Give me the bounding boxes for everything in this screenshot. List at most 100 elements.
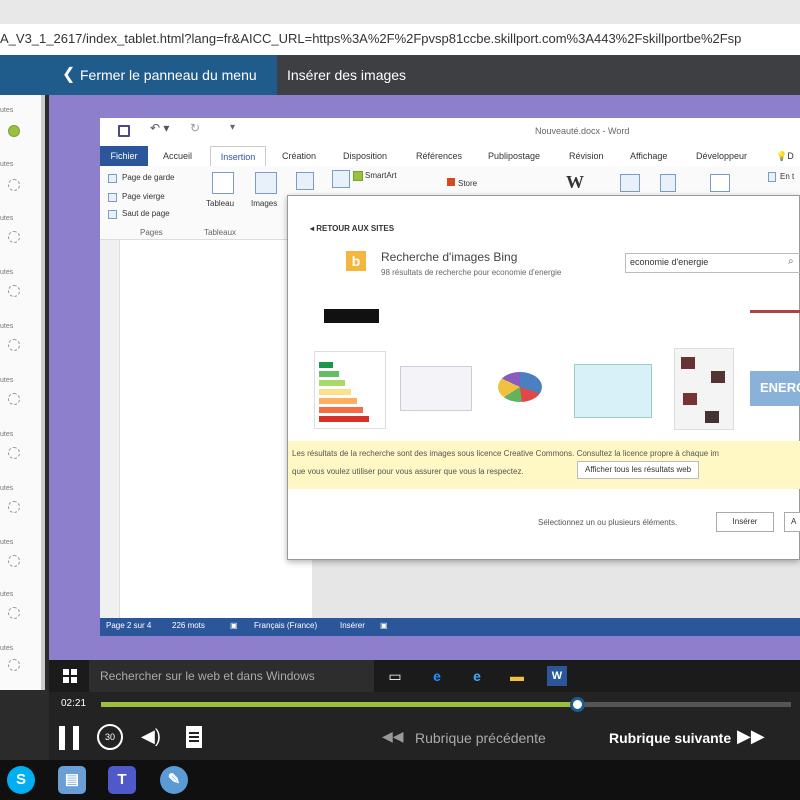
macro-icon[interactable]: ▣ xyxy=(380,621,388,630)
insert-mode[interactable]: Insérer xyxy=(340,621,365,630)
progress-fill xyxy=(101,702,578,707)
incomplete-status-icon xyxy=(8,607,20,619)
elapsed-time: 02:21 xyxy=(61,698,87,709)
tab-creation[interactable]: Création xyxy=(282,146,316,166)
store-icon xyxy=(447,178,455,186)
paint-icon[interactable]: ✎ xyxy=(160,766,188,794)
cancel-button[interactable]: A xyxy=(784,512,800,532)
tab-fichier[interactable]: Fichier xyxy=(100,146,148,166)
progress-handle[interactable] xyxy=(570,697,586,712)
license-notice: Les résultats de la recherche sont des i… xyxy=(288,441,800,489)
sidebar-item-label[interactable]: utes xyxy=(0,645,30,652)
tab-revision[interactable]: Révision xyxy=(569,146,604,166)
previous-topic-button[interactable]: Rubrique précédente xyxy=(415,730,546,746)
undo-icon[interactable]: ↶ ▾ xyxy=(150,121,169,135)
table-button[interactable]: Tableau xyxy=(206,199,234,208)
url-field[interactable]: A_V3_1_2617/index_tablet.html?lang=fr&AI… xyxy=(0,27,800,51)
notepad-icon[interactable]: ▤ xyxy=(58,766,86,794)
sidebar-item-label[interactable]: utes xyxy=(0,377,30,384)
redo-icon[interactable]: ↻ xyxy=(190,121,200,135)
bing-title: Recherche d'images Bing xyxy=(381,250,518,264)
tab-disposition[interactable]: Disposition xyxy=(343,146,387,166)
tab-developpeur[interactable]: Développeur xyxy=(696,146,747,166)
result-thumbnail[interactable] xyxy=(574,364,652,418)
next-topic-icon[interactable]: ▶▶ xyxy=(737,726,765,747)
pictures-button[interactable]: Images xyxy=(251,199,277,208)
header-button[interactable]: En t xyxy=(780,172,794,181)
page-break-button[interactable]: Saut de page xyxy=(122,209,170,218)
tab-tell-me[interactable]: 💡D xyxy=(776,146,794,166)
result-thumbnail[interactable] xyxy=(400,366,472,411)
tab-affichage[interactable]: Affichage xyxy=(630,146,667,166)
word-taskbar-icon[interactable]: W xyxy=(547,666,567,686)
sidebar-item-label[interactable]: utes xyxy=(0,591,30,598)
sidebar-item-label[interactable]: utes xyxy=(0,323,30,330)
close-menu-button[interactable]: ❮ Fermer le panneau du menu xyxy=(0,55,277,95)
result-thumbnail[interactable] xyxy=(488,368,554,408)
save-icon[interactable] xyxy=(118,125,130,137)
smartart-button[interactable]: SmartArt xyxy=(365,171,397,180)
result-count: 98 résultats de recherche pour economie … xyxy=(381,268,562,277)
insert-button[interactable]: Insérer xyxy=(716,512,774,532)
windows-start-icon[interactable] xyxy=(63,669,77,683)
rewind-30-button[interactable]: 30 xyxy=(97,724,123,750)
result-thumbnail[interactable]: ENERG xyxy=(750,371,800,406)
blank-page-button[interactable]: Page vierge xyxy=(122,192,165,201)
document-page[interactable] xyxy=(120,240,312,618)
taskbar-search-input[interactable]: Rechercher sur le web et dans Windows xyxy=(89,660,374,692)
browser-address-bar: A_V3_1_2617/index_tablet.html?lang=fr&AI… xyxy=(0,0,800,55)
store-button[interactable]: Store xyxy=(458,179,477,188)
next-topic-button[interactable]: Rubrique suivante xyxy=(609,730,731,746)
file-explorer-icon[interactable]: ▬ xyxy=(507,666,527,686)
incomplete-status-icon xyxy=(8,659,20,671)
proofing-icon[interactable]: ▣ xyxy=(230,621,238,630)
show-all-results-button[interactable]: Afficher tous les résultats web xyxy=(577,461,700,479)
sidebar-item-label[interactable]: utes xyxy=(0,107,30,114)
pause-button[interactable] xyxy=(59,726,79,750)
page-break-icon xyxy=(108,210,117,219)
sidebar-item-label[interactable]: utes xyxy=(0,485,30,492)
progress-track[interactable] xyxy=(101,697,791,712)
sidebar-item-label[interactable]: utes xyxy=(0,539,30,546)
ribbon-tabs: Fichier Accueil Insertion Création Dispo… xyxy=(100,146,800,166)
cover-page-button[interactable]: Page de garde xyxy=(122,173,175,182)
thumbnail-text: ENERG xyxy=(760,380,800,395)
sidebar-item-label[interactable]: utes xyxy=(0,269,30,276)
qat-dropdown-icon[interactable]: ▾ xyxy=(230,122,235,133)
status-bar: Page 2 sur 4 226 mots ▣ Français (France… xyxy=(100,618,800,636)
back-to-sites-link[interactable]: ◂ RETOUR AUX SITES xyxy=(310,224,394,233)
incomplete-status-icon xyxy=(8,447,20,459)
lightbulb-icon: 💡 xyxy=(776,151,788,161)
tab-insertion[interactable]: Insertion xyxy=(210,146,266,166)
result-thumbnail[interactable] xyxy=(314,351,386,429)
pictures-icon xyxy=(255,172,277,194)
skype-icon[interactable]: S xyxy=(7,766,35,794)
smartart-icon xyxy=(353,171,363,181)
pages-group-label: Pages xyxy=(140,228,163,237)
tab-references[interactable]: Références xyxy=(416,146,462,166)
task-view-icon[interactable]: ▭ xyxy=(385,666,405,686)
incomplete-status-icon xyxy=(8,231,20,243)
tab-publipostage[interactable]: Publipostage xyxy=(488,146,540,166)
result-thumbnail[interactable] xyxy=(750,310,800,313)
volume-icon[interactable]: ◀) xyxy=(141,726,161,747)
previous-topic-icon[interactable]: ◀◀ xyxy=(382,728,404,745)
sidebar-item-label[interactable]: utes xyxy=(0,431,30,438)
search-icon[interactable]: ⌕ xyxy=(788,256,794,267)
sidebar-item-label[interactable]: utes xyxy=(0,161,30,168)
page-count[interactable]: Page 2 sur 4 xyxy=(106,621,151,630)
edge-icon[interactable]: e xyxy=(427,666,447,686)
teams-icon[interactable]: T xyxy=(108,766,136,794)
wikipedia-icon[interactable]: W xyxy=(566,172,584,193)
result-thumbnail[interactable] xyxy=(324,309,379,323)
sidebar-item-label[interactable]: utes xyxy=(0,215,30,222)
page-title: Insérer des images xyxy=(287,67,407,83)
tab-accueil[interactable]: Accueil xyxy=(163,146,192,166)
search-input[interactable]: economie d'energie xyxy=(625,253,800,273)
header-icon xyxy=(768,172,776,182)
language-status[interactable]: Français (France) xyxy=(254,621,317,630)
transcript-icon[interactable] xyxy=(186,726,202,748)
word-count[interactable]: 226 mots xyxy=(172,621,205,630)
result-thumbnail[interactable] xyxy=(674,348,734,430)
internet-explorer-icon[interactable]: e xyxy=(467,666,487,686)
